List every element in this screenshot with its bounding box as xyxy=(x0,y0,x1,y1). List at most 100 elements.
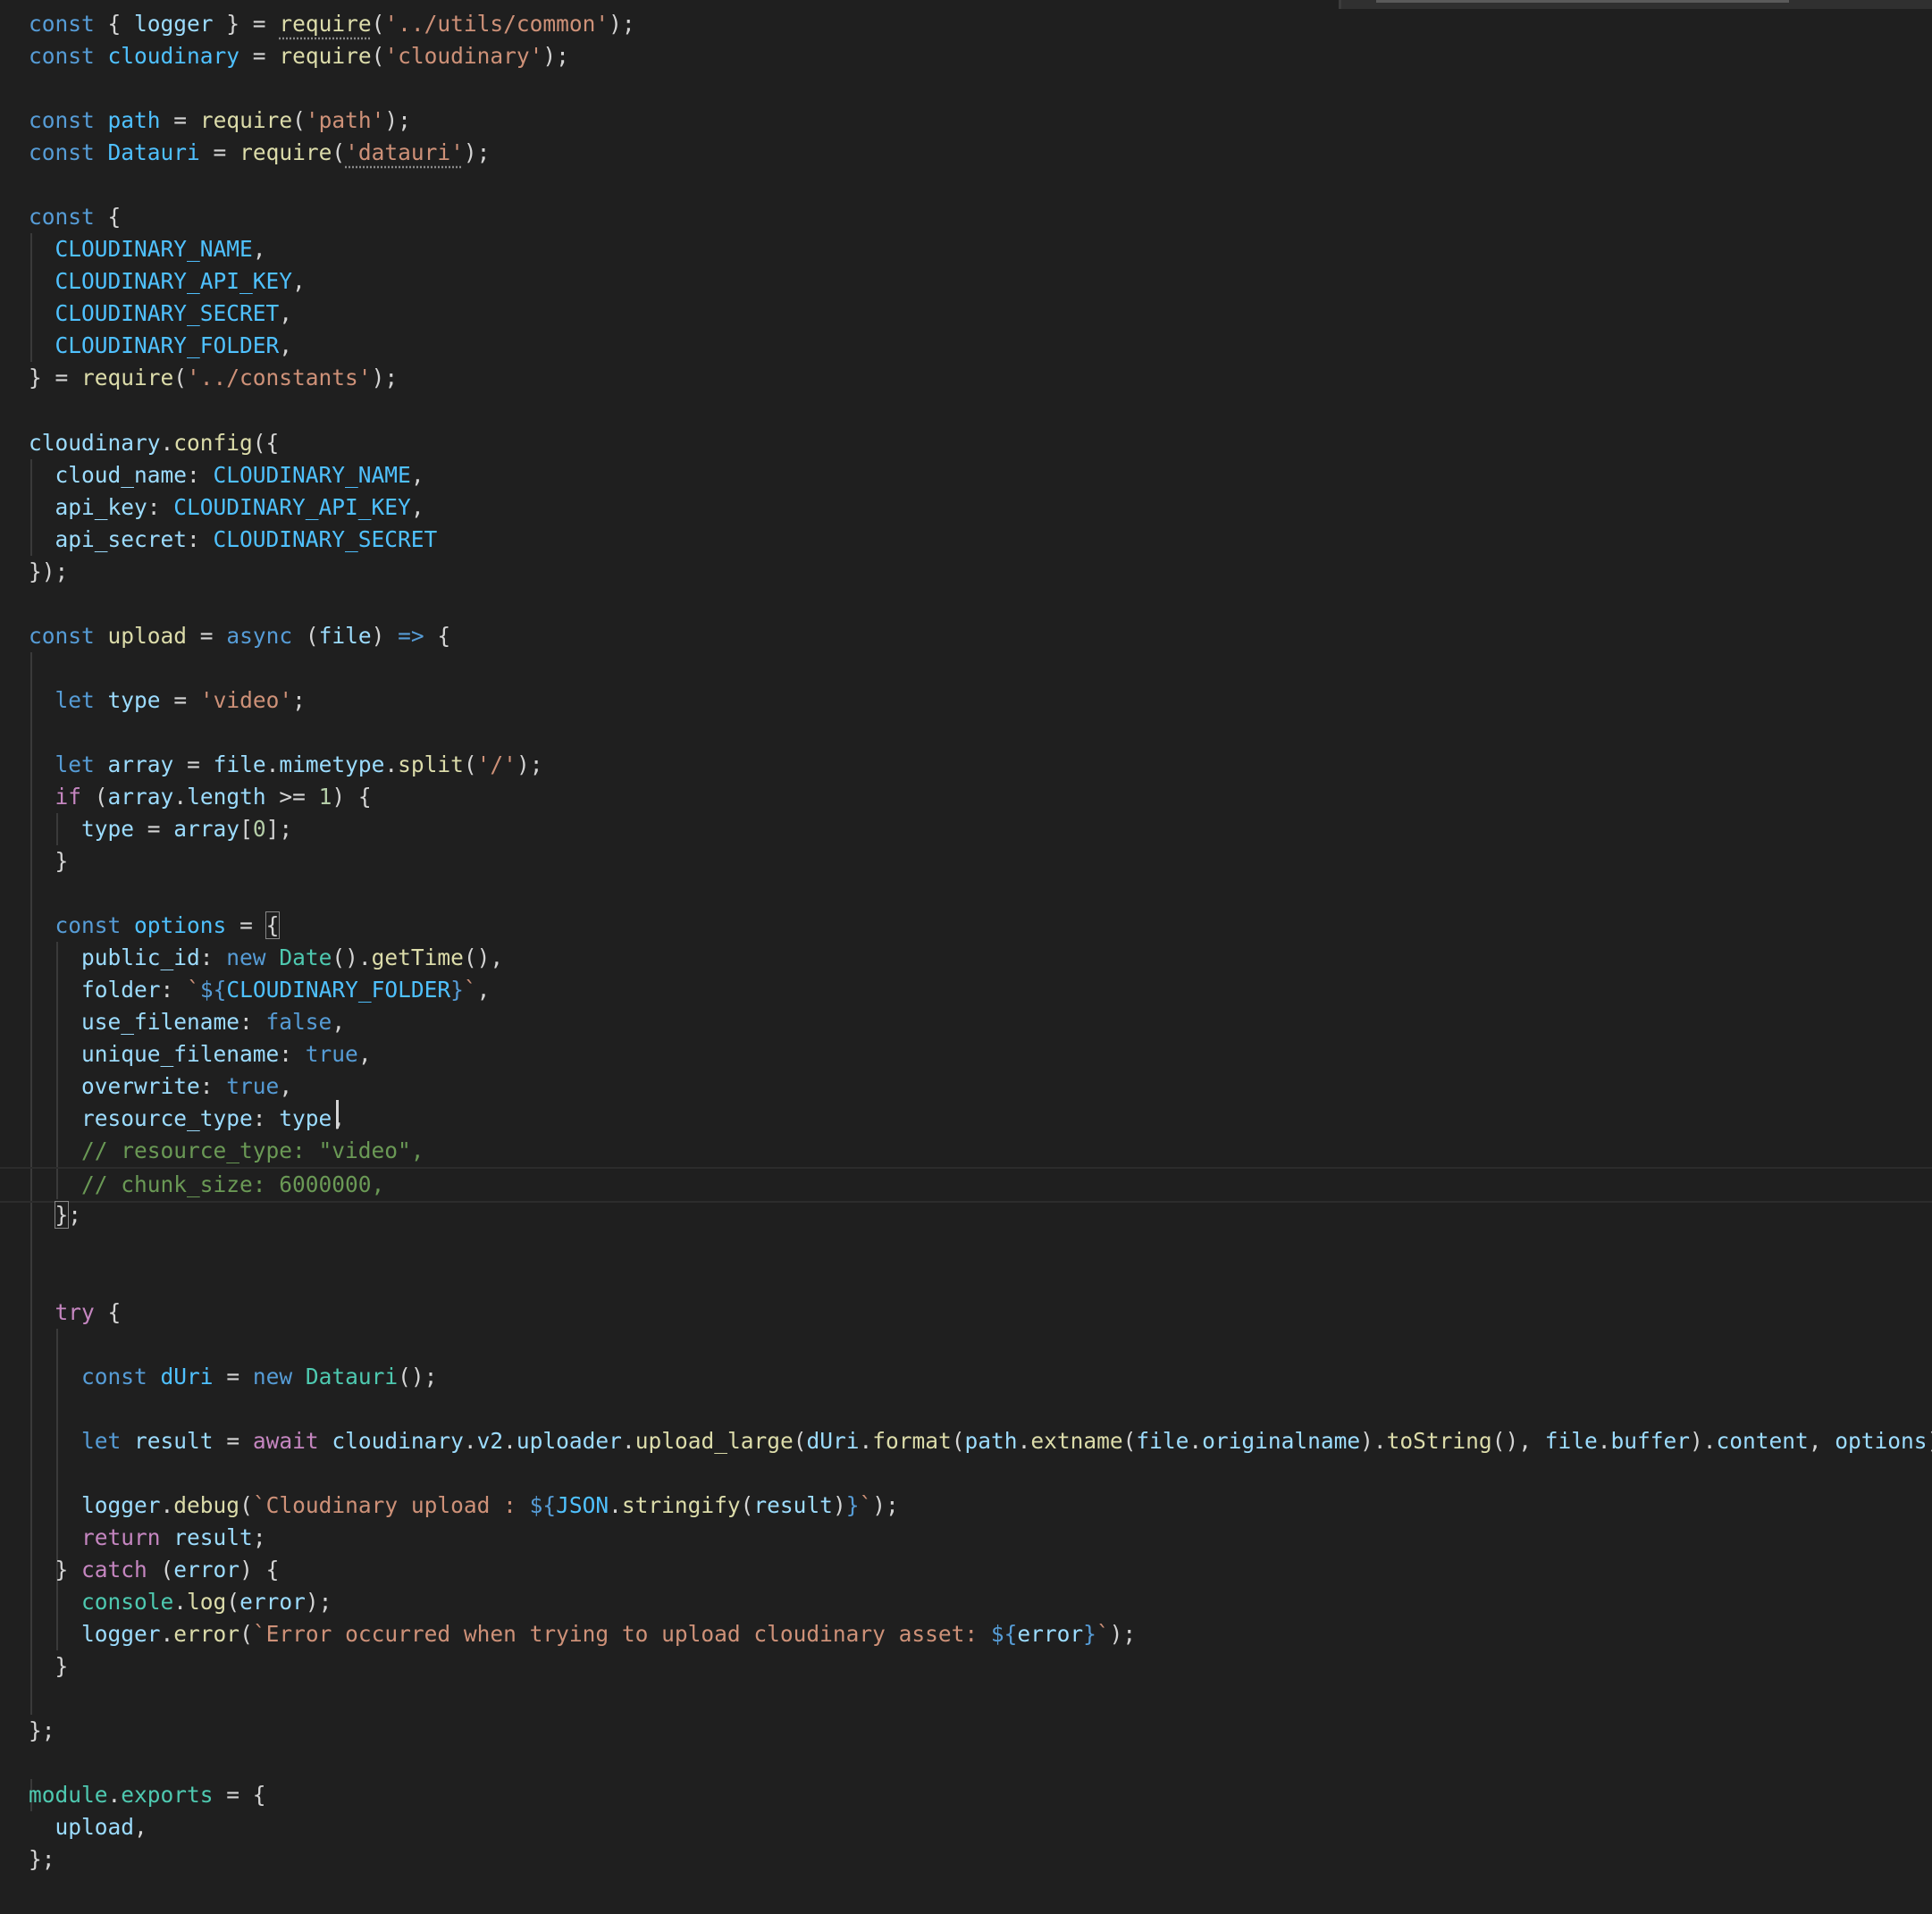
code-line-text: console.log(error); xyxy=(29,1586,332,1618)
code-line[interactable]: public_id: new Date().getTime(), xyxy=(0,942,1932,974)
code-line[interactable]: cloud_name: CLOUDINARY_NAME, xyxy=(0,459,1932,491)
code-token: ( xyxy=(951,1427,965,1454)
code-token: : xyxy=(147,493,174,520)
code-line[interactable]: CLOUDINARY_NAME, xyxy=(0,233,1932,265)
code-line[interactable] xyxy=(0,1457,1932,1490)
code-line[interactable]: let array = file.mimetype.split('/'); xyxy=(0,749,1932,781)
code-line-text: CLOUDINARY_FOLDER, xyxy=(29,330,293,362)
code-token: public_id xyxy=(81,944,200,971)
code-line-text: } xyxy=(29,845,69,877)
code-line[interactable] xyxy=(0,717,1932,749)
code-line[interactable]: console.log(error); xyxy=(0,1586,1932,1618)
code-line-text: overwrite: true, xyxy=(29,1070,292,1103)
code-line[interactable] xyxy=(0,588,1932,620)
code-token: . xyxy=(1017,1427,1031,1454)
code-line[interactable]: const options = { xyxy=(0,910,1932,942)
code-line[interactable]: const Datauri = require('datauri'); xyxy=(0,137,1932,169)
code-line[interactable]: if (array.length >= 1) { xyxy=(0,781,1932,813)
code-line[interactable]: let type = 'video'; xyxy=(0,684,1932,717)
code-line[interactable] xyxy=(0,1683,1932,1715)
code-line[interactable]: } xyxy=(0,1650,1932,1683)
code-line[interactable]: use_filename: false, xyxy=(0,1006,1932,1038)
code-line-text: let type = 'video'; xyxy=(29,684,306,717)
code-line[interactable]: cloudinary.config({ xyxy=(0,427,1932,459)
code-token: , xyxy=(357,1041,372,1068)
code-line[interactable]: type = array[0]; xyxy=(0,813,1932,845)
code-line[interactable]: CLOUDINARY_FOLDER, xyxy=(0,330,1932,362)
code-token: ). xyxy=(1690,1427,1717,1454)
code-line-text: CLOUDINARY_NAME, xyxy=(29,233,266,265)
code-line[interactable]: return result; xyxy=(0,1522,1932,1554)
code-token: Datauri xyxy=(305,1363,399,1389)
code-token: , xyxy=(332,1009,346,1036)
code-line[interactable]: const cloudinary = require('cloudinary')… xyxy=(0,40,1932,72)
code-token: api_secret xyxy=(55,525,188,552)
code-token: require xyxy=(199,107,293,134)
code-line[interactable]: const path = require('path'); xyxy=(0,105,1932,137)
code-token: ). xyxy=(1360,1427,1387,1454)
code-token: Date xyxy=(279,944,332,971)
code-line[interactable]: unique_filename: true, xyxy=(0,1038,1932,1070)
code-line[interactable]: // resource_type: "video", xyxy=(0,1135,1932,1167)
code-line[interactable] xyxy=(0,1329,1932,1361)
code-line[interactable] xyxy=(0,72,1932,105)
code-token: const xyxy=(29,204,95,231)
code-token: = { xyxy=(213,1782,266,1809)
code-token: ( xyxy=(371,11,385,37)
code-token: 0 xyxy=(252,816,266,842)
code-line[interactable] xyxy=(0,169,1932,201)
code-token: = xyxy=(173,751,214,777)
code-line[interactable]: } catch (error) { xyxy=(0,1554,1932,1586)
code-line[interactable]: const { xyxy=(0,201,1932,233)
code-line[interactable]: const { logger } = require('../utils/com… xyxy=(0,8,1932,40)
code-line[interactable] xyxy=(0,1747,1932,1779)
code-line[interactable] xyxy=(0,394,1932,426)
code-line[interactable]: try { xyxy=(0,1297,1932,1329)
code-line[interactable]: // chunk_size: 6000000, xyxy=(0,1167,1932,1204)
code-line[interactable]: } = require('../constants'); xyxy=(0,362,1932,394)
code-token: ); xyxy=(305,1588,332,1615)
code-editor[interactable]: const { logger } = require('../utils/com… xyxy=(0,0,1932,1914)
code-line[interactable] xyxy=(0,877,1932,910)
code-token: . xyxy=(859,1427,873,1454)
code-line[interactable]: }); xyxy=(0,556,1932,588)
code-line[interactable]: } xyxy=(0,845,1932,877)
code-line[interactable] xyxy=(0,1232,1932,1264)
code-line[interactable]: let result = await cloudinary.v2.uploade… xyxy=(0,1425,1932,1457)
code-line[interactable]: const upload = async (file) => { xyxy=(0,620,1932,652)
code-line[interactable]: upload, xyxy=(0,1811,1932,1843)
code-line[interactable]: folder: `${CLOUDINARY_FOLDER}`, xyxy=(0,974,1932,1006)
code-token: return xyxy=(81,1524,161,1550)
code-token: . xyxy=(173,783,188,810)
code-line-text: }); xyxy=(29,556,68,588)
code-line[interactable]: }; xyxy=(0,1843,1932,1876)
code-token: (), xyxy=(463,944,504,971)
code-line[interactable] xyxy=(0,652,1932,684)
code-line[interactable] xyxy=(0,1264,1932,1297)
code-line[interactable]: CLOUDINARY_API_KEY, xyxy=(0,265,1932,298)
code-token: . xyxy=(107,1782,122,1809)
minimap-slider[interactable] xyxy=(1376,0,1789,3)
code-line[interactable]: }; xyxy=(0,1715,1932,1747)
code-line[interactable]: module.exports = { xyxy=(0,1779,1932,1811)
code-line[interactable]: api_secret: CLOUDINARY_SECRET xyxy=(0,524,1932,556)
code-line[interactable]: resource_type: type, xyxy=(0,1103,1932,1135)
code-line[interactable]: logger.debug(`Cloudinary upload : ${JSON… xyxy=(0,1490,1932,1522)
code-token: = xyxy=(213,1427,253,1454)
code-token: { xyxy=(265,911,281,940)
code-token: const xyxy=(29,139,95,166)
code-line[interactable]: overwrite: true, xyxy=(0,1070,1932,1103)
code-line-text: const path = require('path'); xyxy=(29,105,411,137)
code-line[interactable]: }; xyxy=(0,1199,1932,1231)
code-line[interactable]: CLOUDINARY_SECRET, xyxy=(0,298,1932,330)
code-line[interactable] xyxy=(0,1393,1932,1425)
code-line-text: api_secret: CLOUDINARY_SECRET xyxy=(29,524,438,556)
code-line[interactable]: api_key: CLOUDINARY_API_KEY, xyxy=(0,491,1932,524)
code-line[interactable]: logger.error(`Error occurred when trying… xyxy=(0,1618,1932,1650)
code-token: file xyxy=(1136,1427,1189,1454)
code-line[interactable]: const dUri = new Datauri(); xyxy=(0,1361,1932,1393)
